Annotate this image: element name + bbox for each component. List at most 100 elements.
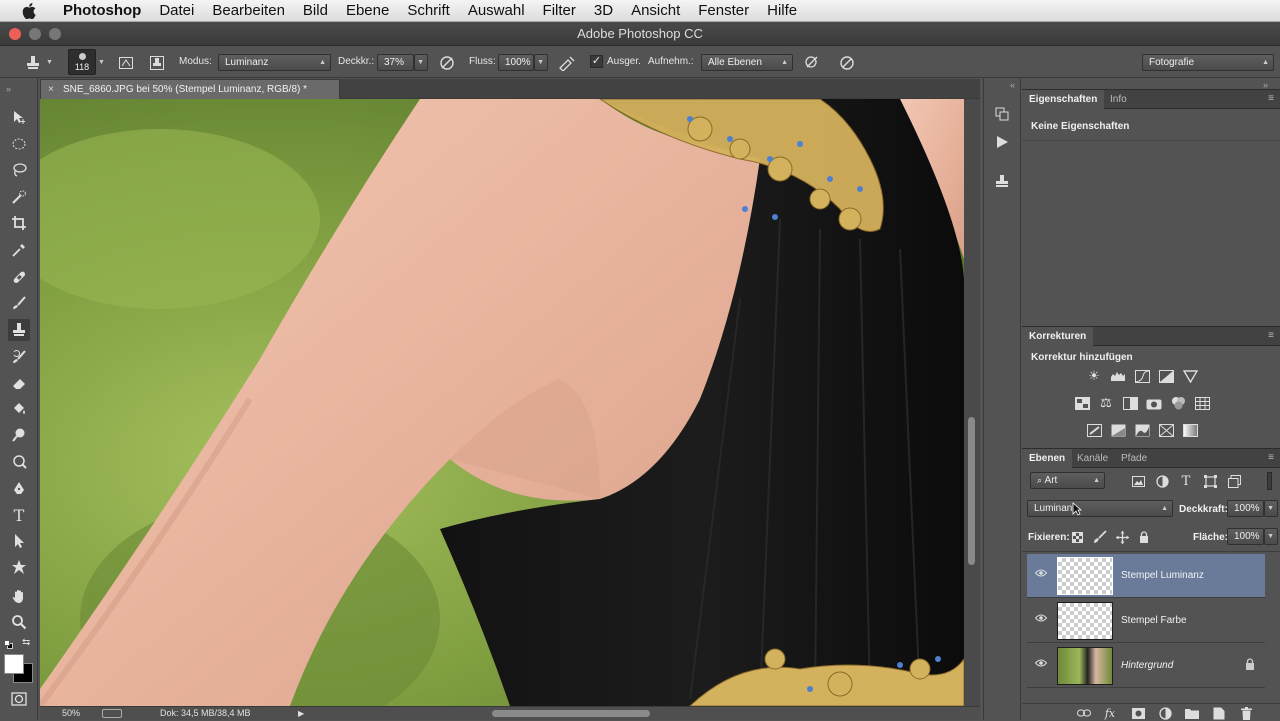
zoom-tool-icon[interactable]	[8, 611, 30, 633]
brightness-contrast-icon[interactable]: ☀	[1085, 367, 1103, 385]
filter-shape-layers-icon[interactable]	[1202, 473, 1218, 489]
clone-stamp-tool-icon[interactable]	[8, 319, 30, 341]
layer-name[interactable]: Stempel Luminanz	[1121, 554, 1204, 598]
fill-slider-toggle[interactable]: ▼	[1264, 528, 1278, 545]
tab-kanaele[interactable]: Kanäle	[1070, 449, 1115, 468]
layer-row[interactable]: Stempel Luminanz	[1027, 554, 1265, 598]
menu-3d[interactable]: 3D	[585, 0, 622, 22]
crop-tool-icon[interactable]	[8, 212, 30, 234]
panel-menu-icon[interactable]: ≡	[1268, 327, 1274, 345]
tab-info[interactable]: Info	[1103, 90, 1134, 109]
chevron-down-icon[interactable]: ▼	[98, 59, 105, 66]
menu-bild[interactable]: Bild	[294, 0, 337, 22]
history-brush-tool-icon[interactable]	[8, 346, 30, 368]
lock-all-icon[interactable]	[1136, 529, 1152, 545]
sample-select[interactable]: Alle Ebenen ▲	[701, 54, 793, 71]
new-adjustment-layer-icon[interactable]	[1157, 705, 1173, 721]
flow-input[interactable]: 100%	[498, 54, 534, 71]
paint-bucket-tool-icon[interactable]	[8, 398, 30, 420]
filter-type-layers-icon[interactable]: T	[1178, 473, 1194, 489]
apple-logo-icon[interactable]	[18, 0, 40, 22]
vibrance-icon[interactable]	[1181, 367, 1199, 385]
layer-style-fx-icon[interactable]: fx	[1102, 705, 1118, 721]
opacity-slider-toggle[interactable]: ▼	[414, 54, 428, 71]
panel-menu-icon[interactable]: ≡	[1268, 90, 1274, 108]
selective-color-icon[interactable]	[1157, 421, 1175, 439]
pen-tool-icon[interactable]	[8, 478, 30, 500]
threshold-icon[interactable]	[1133, 421, 1151, 439]
eyedropper-tool-icon[interactable]	[8, 239, 30, 261]
posterize-icon[interactable]	[1109, 421, 1127, 439]
pressure-opacity-icon[interactable]	[436, 52, 458, 73]
black-white-icon[interactable]	[1121, 394, 1139, 412]
menu-bearbeiten[interactable]: Bearbeiten	[203, 0, 294, 22]
layer-row[interactable]: Hintergrund	[1027, 644, 1265, 688]
ignore-adjustment-layers-icon[interactable]	[801, 52, 823, 73]
quick-mask-icon[interactable]	[8, 688, 30, 710]
expand-panels-icon[interactable]: «	[1010, 80, 1015, 90]
lock-image-pixels-icon[interactable]	[1092, 529, 1108, 545]
default-colors-icon[interactable]	[4, 640, 13, 649]
pressure-size-icon[interactable]	[836, 52, 858, 73]
lasso-tool-icon[interactable]	[8, 159, 30, 181]
hand-tool-icon[interactable]	[8, 585, 30, 607]
layer-opacity-slider-toggle[interactable]: ▼	[1264, 500, 1278, 517]
flow-slider-toggle[interactable]: ▼	[534, 54, 548, 71]
brush-panel-icon[interactable]	[115, 52, 137, 73]
close-document-icon[interactable]: ×	[48, 80, 54, 99]
color-lookup-icon[interactable]	[1193, 394, 1211, 412]
menu-ebene[interactable]: Ebene	[337, 0, 398, 22]
menu-filter[interactable]: Filter	[534, 0, 585, 22]
collapse-panel-icon[interactable]: »	[6, 84, 11, 94]
layer-opacity-input[interactable]: 100%	[1227, 500, 1264, 517]
marquee-tool-icon[interactable]	[8, 133, 30, 155]
gradient-map-icon[interactable]	[1181, 421, 1199, 439]
healing-brush-tool-icon[interactable]	[8, 266, 30, 288]
document-tab[interactable]: × SNE_6860.JPG bei 50% (Stempel Luminanz…	[40, 79, 340, 99]
eye-visibility-icon[interactable]	[1033, 658, 1049, 672]
blend-mode-select[interactable]: Luminanz ▲	[1027, 500, 1173, 517]
play-right-icon[interactable]: ▶	[298, 707, 304, 720]
clone-stamp-preset-icon[interactable]	[22, 52, 44, 73]
document-canvas[interactable]	[40, 99, 964, 706]
add-mask-icon[interactable]	[1130, 705, 1146, 721]
aligned-checkbox[interactable]: ✓	[590, 55, 603, 68]
eye-visibility-icon[interactable]	[1033, 568, 1049, 582]
trash-delete-icon[interactable]	[1238, 705, 1254, 721]
curves-icon[interactable]	[1133, 367, 1151, 385]
lock-position-icon[interactable]	[1114, 529, 1130, 545]
filter-adjustment-layers-icon[interactable]	[1154, 473, 1170, 489]
chevron-down-icon[interactable]: ▼	[46, 59, 53, 66]
foreground-color-swatch[interactable]	[4, 654, 24, 674]
quick-selection-tool-icon[interactable]	[8, 186, 30, 208]
eye-visibility-icon[interactable]	[1033, 613, 1049, 627]
panel-menu-icon[interactable]: ≡	[1268, 449, 1274, 467]
levels-icon[interactable]	[1109, 367, 1127, 385]
channel-mixer-icon[interactable]	[1169, 394, 1187, 412]
layer-name[interactable]: Hintergrund	[1121, 644, 1173, 688]
layer-name[interactable]: Stempel Farbe	[1121, 599, 1187, 643]
blur-tool-icon[interactable]	[8, 450, 30, 472]
history-panel-icon[interactable]	[991, 103, 1013, 125]
menu-auswahl[interactable]: Auswahl	[459, 0, 534, 22]
filter-smart-objects-icon[interactable]	[1226, 473, 1242, 489]
eraser-tool-icon[interactable]	[8, 372, 30, 394]
brush-preset-picker[interactable]: 118	[68, 49, 96, 75]
clone-source-panel-icon[interactable]	[146, 52, 168, 73]
new-group-folder-icon[interactable]	[1184, 705, 1200, 721]
clone-source-panel-icon[interactable]	[991, 171, 1013, 193]
zoom-level[interactable]: 50%	[62, 707, 80, 720]
menu-datei[interactable]: Datei	[150, 0, 203, 22]
lock-transparent-pixels-icon[interactable]	[1069, 529, 1085, 545]
photo-filter-icon[interactable]	[1145, 394, 1163, 412]
menu-schrift[interactable]: Schrift	[398, 0, 459, 22]
workspace-select[interactable]: Fotografie ▲	[1142, 54, 1274, 71]
menu-fenster[interactable]: Fenster	[689, 0, 758, 22]
brush-tool-icon[interactable]	[8, 292, 30, 314]
dodge-tool-icon[interactable]	[8, 424, 30, 446]
hue-saturation-icon[interactable]	[1073, 394, 1091, 412]
link-layers-icon[interactable]	[1076, 705, 1092, 721]
actions-panel-icon[interactable]	[991, 131, 1013, 153]
opacity-input[interactable]: 37%	[377, 54, 414, 71]
mode-select[interactable]: Luminanz ▲	[218, 54, 331, 71]
